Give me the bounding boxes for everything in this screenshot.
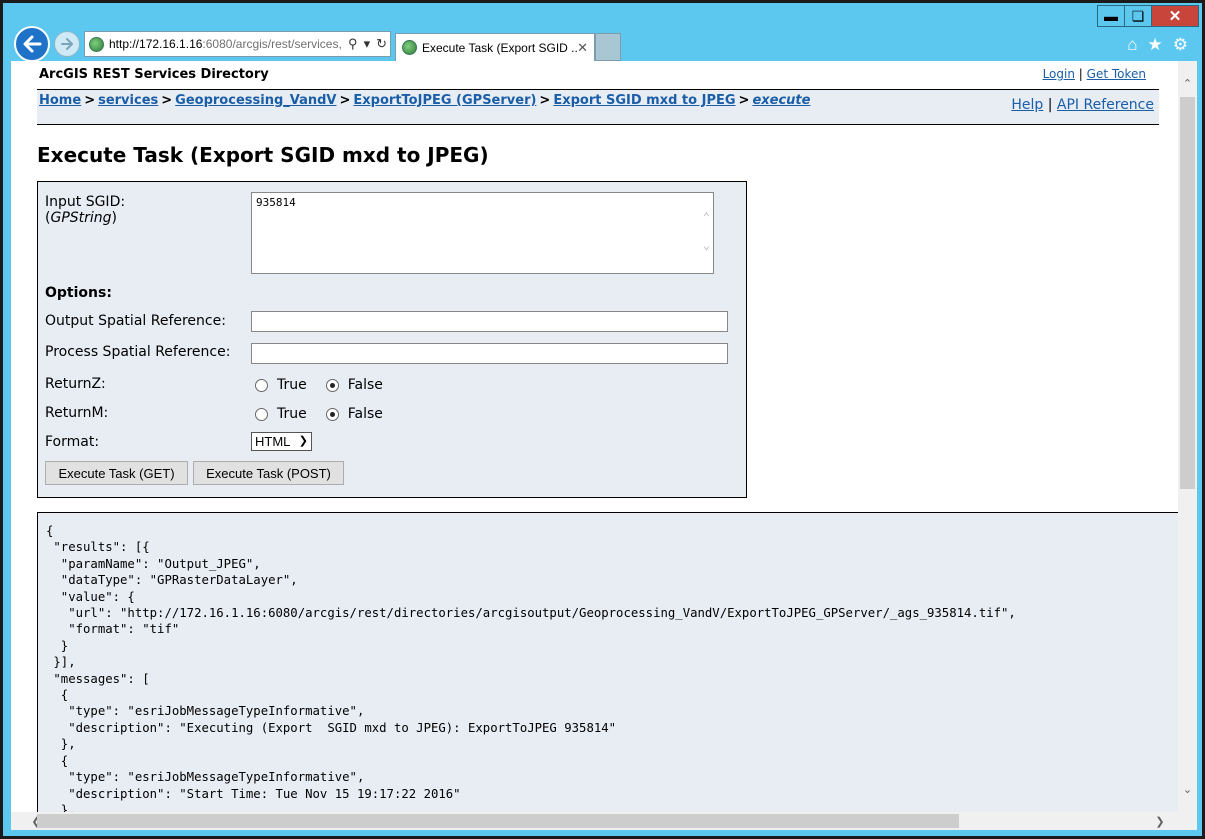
address-bar[interactable]: http://172.16.1.16:6080/arcgis/rest/serv… — [84, 31, 391, 57]
restore-icon[interactable]: ❏ — [1124, 5, 1152, 27]
browser-window: ▬ ❏ ✕ http://172.16.1.16:6080/arcgis/res… — [3, 3, 1202, 836]
api-reference-link[interactable]: API Reference — [1057, 97, 1154, 113]
input-sgid-label: Input SGID: (GPString) — [45, 194, 125, 226]
returnz-false-label: False — [347, 377, 383, 393]
gear-icon[interactable]: ⚙ — [1173, 35, 1188, 55]
site-title: ArcGIS REST Services Directory — [39, 67, 269, 82]
input-type: GPString — [50, 210, 112, 226]
returnz-true-label: True — [277, 377, 307, 393]
returnm-label: ReturnM: — [45, 405, 109, 421]
breadcrumb-task[interactable]: Export SGID mxd to JPEG — [553, 93, 735, 108]
search-icon[interactable]: ⚲ — [348, 36, 358, 52]
window-controls: ▬ ❏ ✕ — [1097, 5, 1199, 27]
scrollbar-corner — [1178, 812, 1197, 830]
address-host: http://172.16.1.16 — [109, 37, 203, 51]
new-tab-button[interactable] — [595, 33, 621, 61]
page-viewport: ArcGIS REST Services Directory Login | G… — [11, 61, 1197, 830]
input-sgid-label-text: Input SGID: — [45, 194, 126, 210]
breadcrumb-bar: Home > services > Geoprocessing_VandV > Export… — [37, 89, 1159, 125]
returnm-radio-group: True False — [255, 406, 402, 422]
input-type-close: ) — [111, 210, 118, 226]
tab-execute-task[interactable]: Execute Task (Export SGID ... ✕ — [395, 33, 595, 61]
tab-globe-icon — [402, 40, 417, 55]
vertical-scroll-thumb[interactable] — [1180, 97, 1195, 489]
scroll-right-icon[interactable]: ❯ — [1151, 812, 1169, 830]
help-links: Help | API Reference — [1011, 97, 1154, 113]
breadcrumb-folder[interactable]: Geoprocessing_VandV — [175, 93, 336, 108]
link-separator: | — [1047, 97, 1053, 113]
get-token-link[interactable]: Get Token — [1087, 67, 1146, 81]
format-select[interactable]: HTML ❯ — [251, 432, 312, 451]
site-globe-icon — [89, 36, 104, 52]
horizontal-scroll-thumb[interactable] — [37, 814, 959, 828]
address-bar-icons: ⚲ ▾ ↻ — [345, 36, 387, 52]
close-icon[interactable]: ✕ — [1151, 5, 1199, 27]
tab-close-icon[interactable]: ✕ — [577, 40, 588, 56]
returnz-label: ReturnZ: — [45, 376, 106, 392]
login-link[interactable]: Login — [1043, 67, 1075, 81]
page-title: Execute Task (Export SGID mxd to JPEG) — [37, 143, 489, 167]
returnm-false-label: False — [347, 406, 383, 422]
forward-arrow-icon — [61, 38, 73, 50]
page-content: ArcGIS REST Services Directory Login | G… — [11, 61, 1178, 812]
proc-sr-label: Process Spatial Reference: — [45, 344, 231, 360]
star-icon[interactable]: ★ — [1148, 35, 1163, 55]
refresh-icon[interactable]: ↻ — [376, 36, 387, 52]
scroll-up-icon[interactable]: ⌃ — [1178, 73, 1197, 93]
back-arrow-icon — [23, 35, 42, 53]
auth-links: Login | Get Token — [1043, 67, 1146, 81]
breadcrumb-separator: > — [161, 93, 173, 108]
returnz-true-radio[interactable] — [255, 378, 268, 392]
link-separator: | — [1078, 67, 1083, 81]
input-sgid-value: 935814 — [256, 196, 296, 209]
execute-post-button[interactable]: Execute Task (POST) — [193, 461, 344, 485]
breadcrumb-current[interactable]: execute — [752, 93, 810, 108]
breadcrumb: Home > services > Geoprocessing_VandV > Export… — [39, 93, 810, 108]
home-icon[interactable]: ⌂ — [1127, 35, 1137, 55]
horizontal-scrollbar[interactable]: ❮ ❯ — [11, 812, 1178, 830]
returnm-false-radio[interactable] — [325, 407, 339, 421]
scroll-down-icon[interactable]: ⌄ — [1178, 779, 1197, 799]
address-path: :6080/arcgis/rest/services, — [202, 37, 342, 51]
returnm-true-radio[interactable] — [255, 407, 268, 421]
dropdown-icon[interactable]: ▾ — [364, 36, 371, 52]
returnz-false-radio[interactable] — [325, 378, 339, 392]
breadcrumb-home[interactable]: Home — [39, 93, 81, 108]
format-label: Format: — [45, 434, 100, 450]
browser-toolbar-icons: ⌂ ★ ⚙ — [1127, 35, 1188, 55]
out-sr-label: Output Spatial Reference: — [45, 313, 226, 329]
breadcrumb-separator: > — [339, 93, 351, 108]
breadcrumb-separator: > — [738, 93, 750, 108]
forward-button[interactable] — [54, 31, 80, 57]
back-button[interactable] — [14, 26, 50, 62]
result-panel: { "results": [{ "paramName": "Output_JPE… — [37, 512, 1178, 812]
format-selected: HTML — [255, 434, 291, 449]
tab-title: Execute Task (Export SGID ... — [422, 40, 578, 55]
vertical-scrollbar[interactable]: ⌃ ⌄ — [1178, 61, 1197, 812]
chevron-down-icon: ❯ — [298, 435, 308, 447]
returnm-true-label: True — [277, 406, 307, 422]
execute-get-button[interactable]: Execute Task (GET) — [45, 461, 188, 485]
help-link[interactable]: Help — [1011, 97, 1043, 113]
returnz-radio-group: True False — [255, 377, 402, 393]
breadcrumb-separator: > — [539, 93, 551, 108]
breadcrumb-services[interactable]: services — [98, 93, 158, 108]
result-json: { "results": [{ "paramName": "Output_JPE… — [46, 524, 1016, 812]
options-label: Options: — [45, 285, 112, 301]
input-sgid-textarea[interactable]: 935814 ⌃ ⌄ — [251, 192, 714, 274]
out-sr-input[interactable] — [251, 311, 728, 332]
execute-form: Input SGID: (GPString) 935814 ⌃ ⌄ Options… — [37, 181, 747, 498]
minimize-icon[interactable]: ▬ — [1097, 5, 1125, 27]
textarea-scroll-icon: ⌃ ⌄ — [702, 210, 710, 252]
breadcrumb-server[interactable]: ExportToJPEG (GPServer) — [353, 93, 536, 108]
proc-sr-input[interactable] — [251, 343, 728, 364]
breadcrumb-separator: > — [84, 93, 96, 108]
